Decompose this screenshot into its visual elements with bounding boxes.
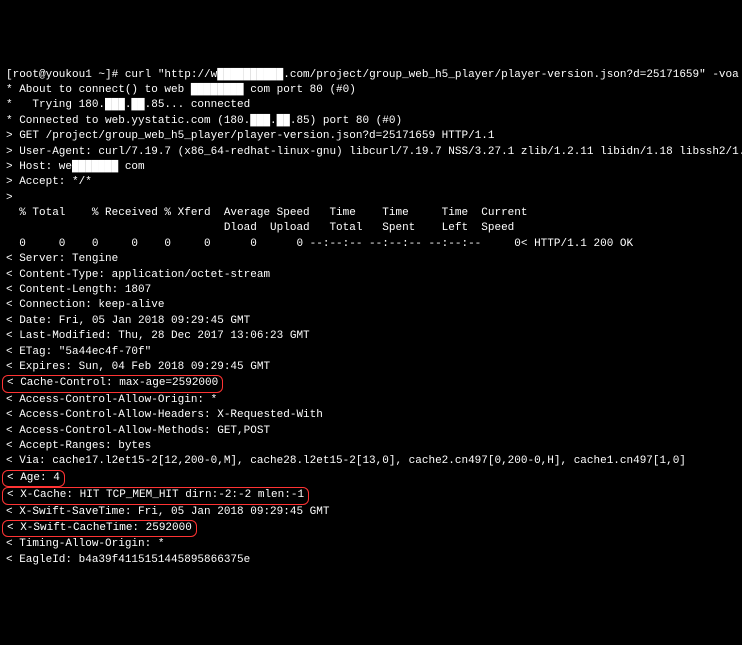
output-line: * About to connect() to web ████████ com… <box>6 83 736 98</box>
output-line: < Via: cache17.l2et15-2[12,200-0,M], cac… <box>6 454 736 469</box>
output-line: < Content-Type: application/octet-stream <box>6 268 736 283</box>
output-line: < Date: Fri, 05 Jan 2018 09:29:45 GMT <box>6 314 736 329</box>
x-cache-header: < X-Cache: HIT TCP_MEM_HIT dirn:-2:-2 ml… <box>2 487 309 504</box>
output-line-highlighted: < X-Cache: HIT TCP_MEM_HIT dirn:-2:-2 ml… <box>6 487 736 504</box>
output-line: < Content-Length: 1807 <box>6 283 736 298</box>
output-line: < Accept-Ranges: bytes <box>6 439 736 454</box>
output-line: 0 0 0 0 0 0 0 0 --:--:-- --:--:-- --:--:… <box>6 237 736 252</box>
output-line: * Trying 180.███.██.85... connected <box>6 98 736 113</box>
output-line: < Last-Modified: Thu, 28 Dec 2017 13:06:… <box>6 329 736 344</box>
terminal-output: [root@youkou1 ~]# curl "http://w████████… <box>6 68 736 569</box>
output-line: < Access-Control-Allow-Methods: GET,POST <box>6 424 736 439</box>
age-header: < Age: 4 <box>2 470 65 487</box>
output-line: > Accept: */* <box>6 175 736 190</box>
output-line: Dload Upload Total Spent Left Speed <box>6 221 736 236</box>
output-line-highlighted: < Age: 4 <box>6 470 736 487</box>
command: curl "http://w██████████.com/project/gro… <box>125 69 739 81</box>
output-line: * Connected to web.yystatic.com (180.███… <box>6 114 736 129</box>
output-line: < Access-Control-Allow-Headers: X-Reques… <box>6 408 736 423</box>
output-line: > Host: we███████ com <box>6 160 736 175</box>
output-line: > <box>6 191 736 206</box>
output-line-highlighted: < X-Swift-CacheTime: 2592000 <box>6 520 736 537</box>
output-line: < X-Swift-SaveTime: Fri, 05 Jan 2018 09:… <box>6 505 736 520</box>
output-line: < ETag: "5a44ec4f-70f" <box>6 345 736 360</box>
output-line: < Timing-Allow-Origin: * <box>6 537 736 552</box>
prompt: [root@youkou1 ~]# <box>6 69 125 81</box>
output-line: % Total % Received % Xferd Average Speed… <box>6 206 736 221</box>
output-line: > User-Agent: curl/7.19.7 (x86_64-redhat… <box>6 145 736 160</box>
output-line: < Server: Tengine <box>6 252 736 267</box>
output-line: < EagleId: b4a39f4115151445895866375e <box>6 553 736 568</box>
output-line: < Expires: Sun, 04 Feb 2018 09:29:45 GMT <box>6 360 736 375</box>
output-line: < Access-Control-Allow-Origin: * <box>6 393 736 408</box>
cache-control-header: < Cache-Control: max-age=2592000 <box>2 375 223 392</box>
output-line: > GET /project/group_web_h5_player/playe… <box>6 129 736 144</box>
x-swift-cachetime-header: < X-Swift-CacheTime: 2592000 <box>2 520 197 537</box>
command-line: [root@youkou1 ~]# curl "http://w████████… <box>6 68 736 83</box>
output-line: < Connection: keep-alive <box>6 298 736 313</box>
output-line-highlighted: < Cache-Control: max-age=2592000 <box>6 375 736 392</box>
